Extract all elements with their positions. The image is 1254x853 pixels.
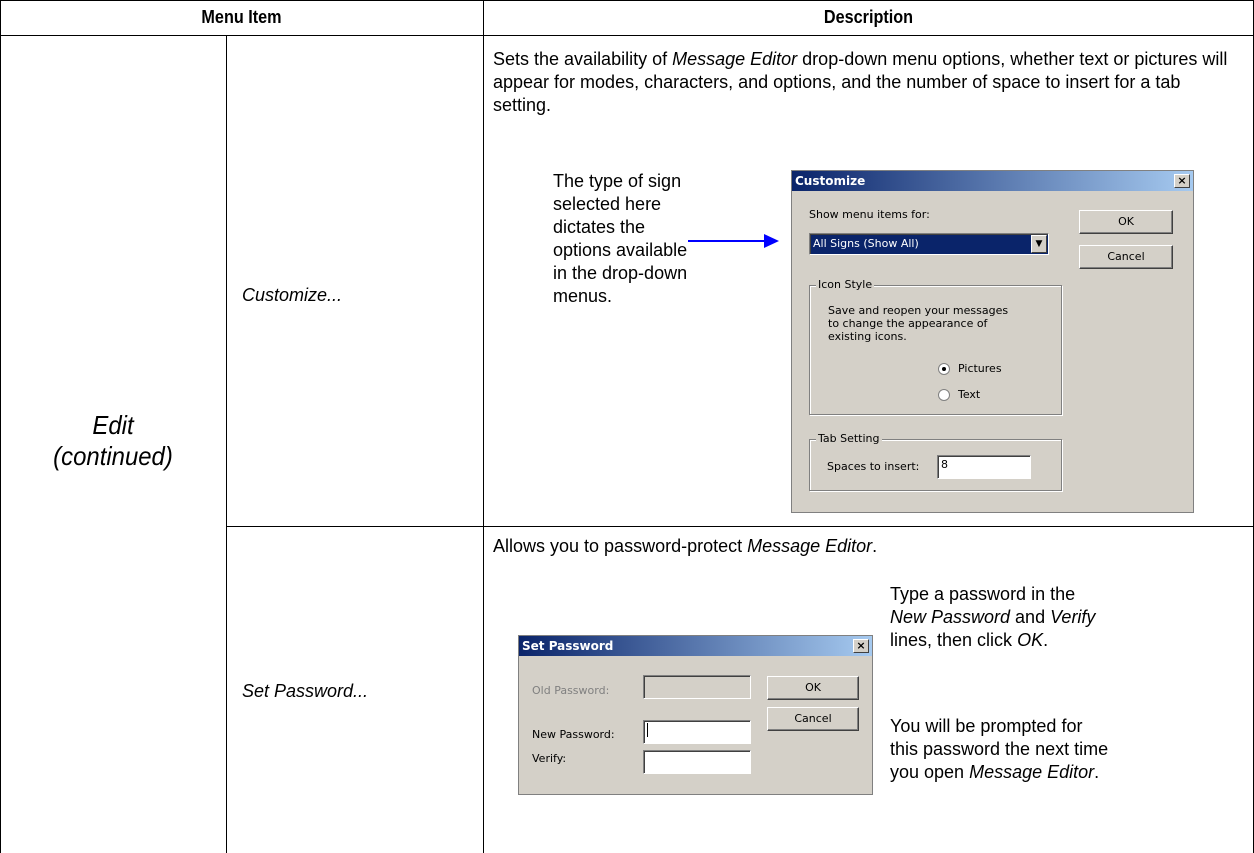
radio-text-label: Text <box>958 388 981 401</box>
password-cancel-button[interactable]: Cancel <box>767 707 859 731</box>
callout-arrow <box>688 234 779 248</box>
group-label-line1: Edit <box>92 410 134 440</box>
set-password-dialog-title: Set Password <box>519 636 872 656</box>
old-password-input <box>643 675 751 699</box>
header-description: Description <box>823 7 914 27</box>
old-password-label: Old Password: <box>532 684 610 697</box>
chevron-down-icon[interactable]: ▼ <box>1031 235 1047 253</box>
radio-pictures[interactable] <box>938 363 950 375</box>
inner-rule-2 <box>483 0 484 853</box>
radio-text[interactable] <box>938 389 950 401</box>
set-password-dialog: Set Password × Old Password: New Passwor… <box>518 635 873 795</box>
inner-rule-1 <box>226 35 227 853</box>
spaces-input[interactable]: 8 <box>937 455 1031 479</box>
icon-style-note: Save and reopen your messages to change … <box>828 304 1009 343</box>
new-password-input[interactable] <box>643 720 751 744</box>
password-note-1: Type a password in the New Password and … <box>890 584 1096 650</box>
left-rule <box>0 0 1 853</box>
close-icon[interactable]: × <box>853 639 869 653</box>
icon-style-title: Icon Style <box>816 278 875 291</box>
verify-input[interactable] <box>643 750 751 774</box>
password-note-2: You will be prompted for this password t… <box>890 716 1109 782</box>
header-menu-item: Menu Item <box>201 7 282 27</box>
show-menu-label: Show menu items for: <box>809 208 930 221</box>
new-password-label: New Password: <box>532 728 615 741</box>
close-icon[interactable]: × <box>1174 174 1190 188</box>
customize-dialog-title: Customize <box>792 171 1193 191</box>
menu-item-set-password: Set Password... <box>242 681 369 701</box>
sign-type-select[interactable]: All Signs (Show All) ▼ <box>809 233 1049 255</box>
text-cursor <box>647 723 648 737</box>
spaces-label: Spaces to insert: <box>827 460 920 473</box>
verify-label: Verify: <box>532 752 567 765</box>
group-label: Edit (continued) <box>9 410 217 472</box>
customize-dialog: Customize × Show menu items for: All Sig… <box>791 170 1194 513</box>
password-ok-button[interactable]: OK <box>767 676 859 700</box>
customize-description: Sets the availability of Message Editor … <box>493 49 1228 115</box>
header-rule <box>0 35 1254 36</box>
tab-setting-title: Tab Setting <box>816 432 882 445</box>
password-description: Allows you to password-protect Message E… <box>493 536 878 556</box>
radio-pictures-label: Pictures <box>958 362 1002 375</box>
customize-cancel-button[interactable]: Cancel <box>1079 245 1173 269</box>
row-rule <box>226 526 1254 527</box>
customize-ok-button[interactable]: OK <box>1079 210 1173 234</box>
group-label-line2: (continued) <box>53 441 173 471</box>
menu-item-customize: Customize... <box>242 285 343 305</box>
icon-style-group: Icon Style Save and reopen your messages… <box>809 278 1062 415</box>
tab-setting-group: Tab Setting Spaces to insert: 8 <box>809 432 1062 491</box>
